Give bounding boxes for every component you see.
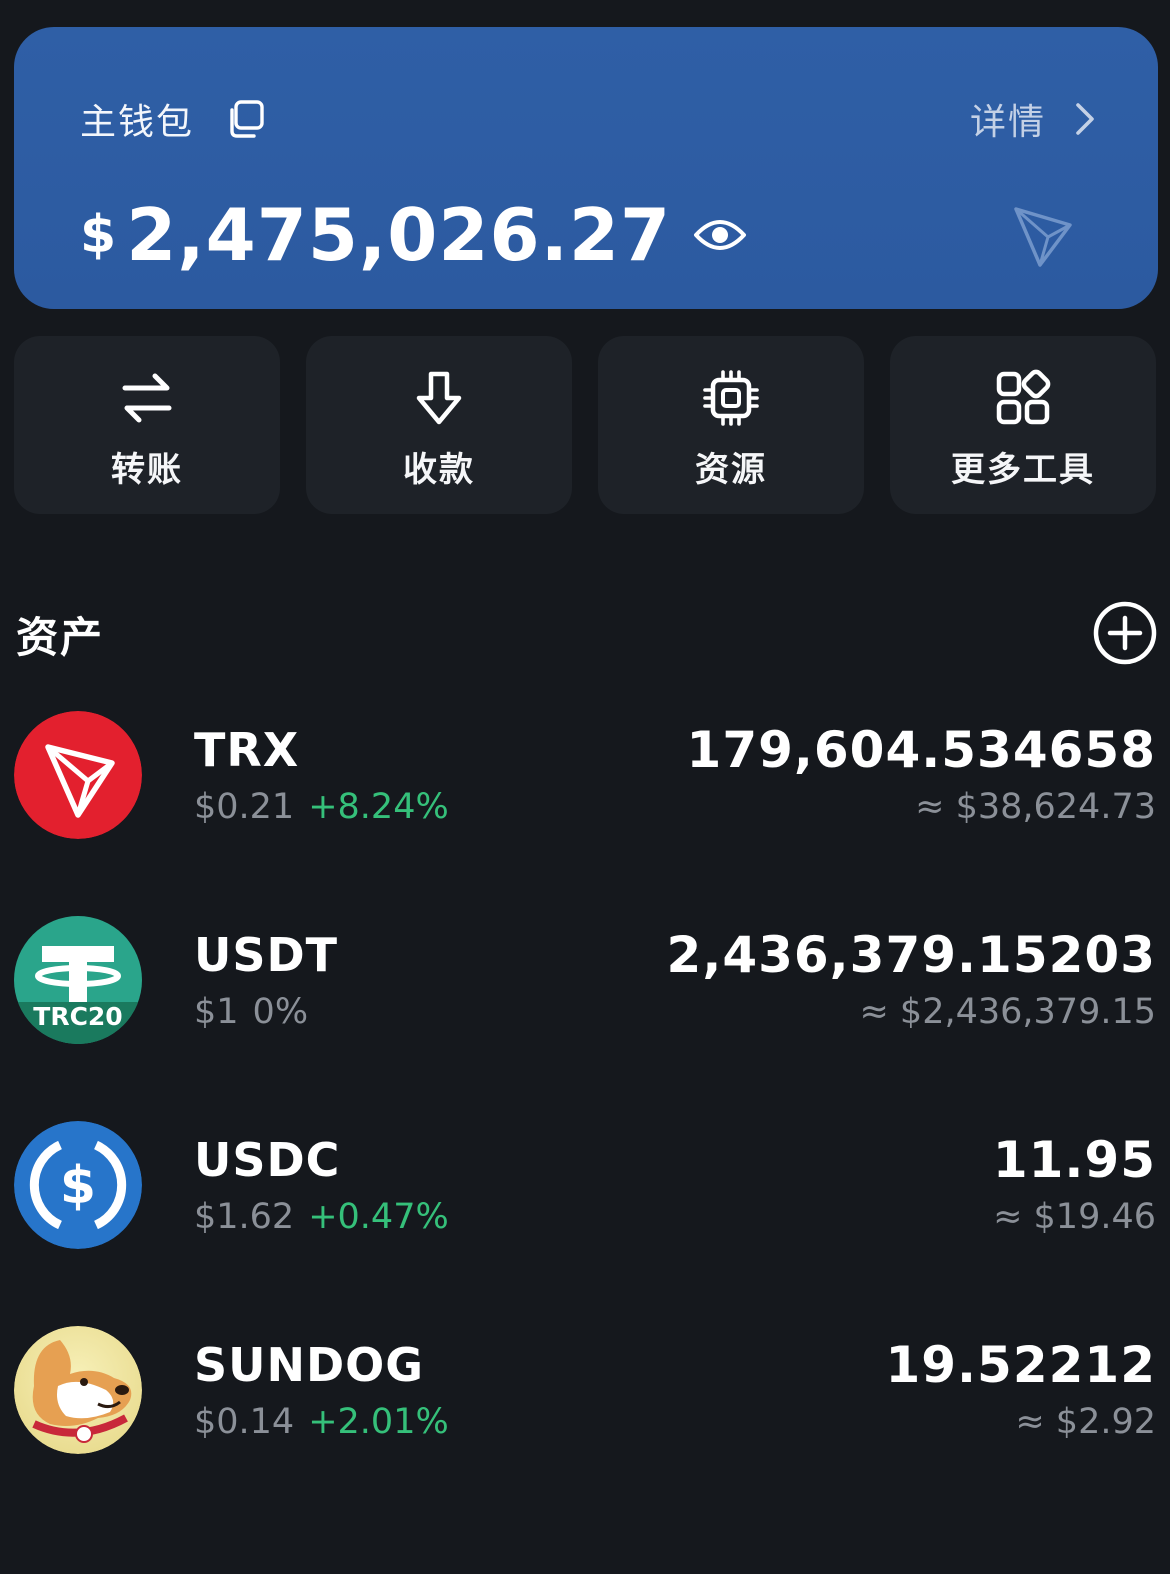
asset-amount: 179,604.534658 — [686, 721, 1156, 779]
usdc-logo: $ — [14, 1121, 142, 1249]
plus-circle-icon[interactable] — [1092, 600, 1158, 666]
wallet-screen: 主钱包 详情 $ 2,475,026.27 转账 收款 资源 更多工具 资产 T… — [0, 0, 1170, 1574]
asset-row-sundog[interactable]: SUNDOG $0.14 +2.01% 19.52212 ≈ $2.92 — [0, 1326, 1170, 1466]
transfer-button[interactable]: 转账 — [14, 336, 280, 514]
asset-row-trx[interactable]: TRX $0.21 +8.24% 179,604.534658 ≈ $38,624… — [0, 711, 1170, 851]
apps-grid-icon — [996, 369, 1051, 425]
asset-price-line: $1 0% — [194, 992, 308, 1032]
balance-row: $ 2,475,026.27 — [80, 193, 747, 277]
assets-title: 资产 — [16, 613, 105, 662]
usdt-logo: TRC20 — [14, 916, 142, 1044]
asset-price: $0.14 — [194, 1402, 295, 1442]
total-balance: 2,475,026.27 — [126, 193, 672, 277]
trx-logo — [14, 711, 142, 839]
details-label: 详情 — [969, 102, 1046, 143]
asset-symbol: USDC — [194, 1133, 341, 1187]
tron-logo-icon — [1014, 207, 1072, 267]
asset-price-line: $0.21 +8.24% — [194, 787, 449, 827]
asset-symbol: SUNDOG — [194, 1338, 425, 1392]
asset-symbol: TRX — [194, 723, 300, 777]
receive-icon — [416, 371, 462, 425]
transfer-icon — [122, 373, 172, 423]
asset-price: $1.62 — [194, 1197, 295, 1237]
asset-amount: 2,436,379.15203 — [666, 926, 1156, 984]
asset-row-usdc[interactable]: $ USDC $1.62 +0.47% 11.95 ≈ $19.46 — [0, 1121, 1170, 1261]
asset-price: $0.21 — [194, 787, 295, 827]
chevron-right-icon — [1076, 103, 1094, 135]
wallet-name: 主钱包 — [80, 102, 195, 143]
svg-text:$: $ — [60, 1156, 96, 1216]
asset-change: +2.01% — [308, 1402, 449, 1442]
asset-amount: 19.52212 — [885, 1336, 1156, 1394]
chip-icon — [703, 370, 759, 426]
asset-change: +8.24% — [308, 787, 449, 827]
copy-icon[interactable] — [224, 98, 266, 140]
asset-value: ≈ $38,624.73 — [915, 787, 1156, 827]
asset-value: ≈ $2,436,379.15 — [859, 992, 1156, 1032]
asset-row-usdt[interactable]: TRC20 USDT $1 0% 2,436,379.15203 ≈ $2,436… — [0, 916, 1170, 1056]
more-tools-label: 更多工具 — [951, 450, 1095, 490]
details-link[interactable]: 详情 — [970, 93, 1098, 145]
resources-label: 资源 — [695, 450, 767, 490]
asset-change: 0% — [252, 992, 309, 1032]
resources-button[interactable]: 资源 — [598, 336, 864, 514]
asset-change: +0.47% — [308, 1197, 449, 1237]
usdt-badge: TRC20 — [33, 1002, 123, 1031]
asset-price-line: $0.14 +2.01% — [194, 1402, 449, 1442]
transfer-label: 转账 — [111, 450, 183, 490]
sundog-logo — [14, 1326, 142, 1454]
receive-label: 收款 — [403, 450, 475, 490]
asset-value: ≈ $19.46 — [993, 1197, 1156, 1237]
more-tools-button[interactable]: 更多工具 — [890, 336, 1156, 514]
asset-value: ≈ $2.92 — [1015, 1402, 1156, 1442]
asset-amount: 11.95 — [992, 1131, 1156, 1189]
asset-symbol: USDT — [194, 928, 339, 982]
asset-price-line: $1.62 +0.47% — [194, 1197, 449, 1237]
eye-icon[interactable] — [693, 215, 747, 255]
currency-symbol: $ — [80, 205, 117, 265]
receive-button[interactable]: 收款 — [306, 336, 572, 514]
wallet-name-row: 主钱包 — [80, 91, 266, 147]
wallet-card[interactable]: 主钱包 详情 $ 2,475,026.27 — [14, 27, 1158, 309]
asset-price: $1 — [194, 992, 239, 1032]
